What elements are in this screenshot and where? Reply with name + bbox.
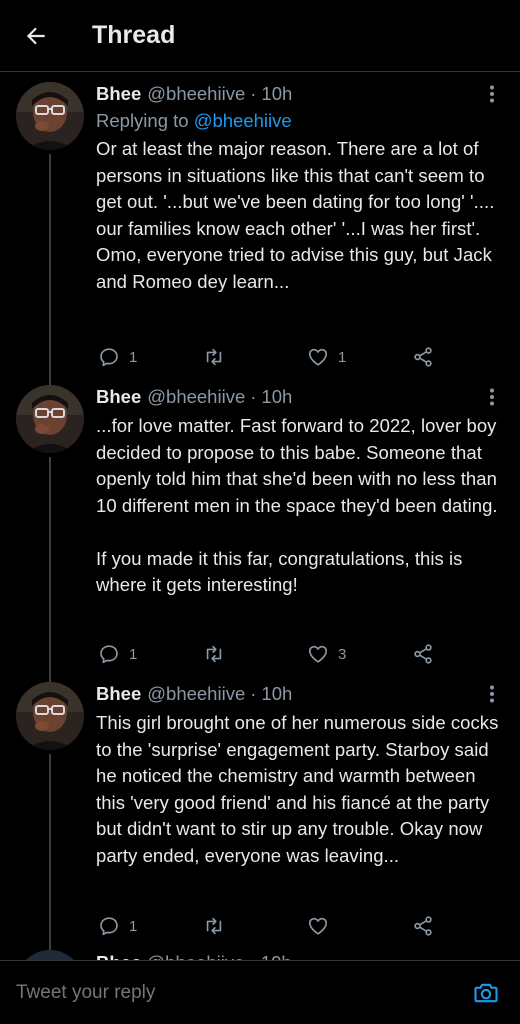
reply-button[interactable]: 1 (98, 345, 137, 369)
display-name[interactable]: Bhee (96, 386, 141, 408)
more-options-button[interactable] (482, 684, 502, 704)
retweet-icon (206, 645, 222, 663)
tweet-time[interactable]: 10h (261, 683, 292, 705)
like-button[interactable]: 1 (307, 345, 346, 369)
like-count: 1 (338, 348, 347, 366)
share-button[interactable] (412, 345, 434, 369)
tweet-text: Or at least the major reason. There are … (96, 138, 500, 292)
display-name: Bhee (96, 952, 141, 960)
like-count: 3 (338, 645, 347, 663)
like-button[interactable] (307, 914, 338, 938)
retweet-button[interactable] (202, 642, 235, 666)
separator-dot: · (250, 386, 257, 407)
reply-button[interactable]: 1 (98, 642, 137, 666)
avatar[interactable] (16, 682, 84, 750)
user-handle[interactable]: @bheehiive (147, 386, 245, 408)
tweet[interactable]: Bhee @bheehiive · 10h ...for love matter… (0, 375, 520, 682)
partial-tweet-meta: Bhee @bheehiive · 10h (96, 952, 292, 960)
thread-connector (49, 754, 51, 952)
camera-button[interactable] (470, 977, 502, 1009)
reply-icon (100, 917, 118, 936)
share-icon (414, 916, 432, 936)
thread-list: Bhee @bheehiive · 10h Replying to @bheeh… (0, 72, 520, 952)
display-name[interactable]: Bhee (96, 683, 141, 705)
avatar[interactable] (16, 385, 84, 453)
tweet-time[interactable]: 10h (261, 83, 292, 105)
user-handle[interactable]: @bheehiive (147, 83, 245, 105)
separator-dot: · (250, 83, 257, 104)
retweet-icon (206, 348, 222, 366)
reply-icon (100, 645, 118, 664)
page-title: Thread (92, 21, 176, 49)
display-name[interactable]: Bhee (96, 83, 141, 105)
more-options-button[interactable] (482, 84, 502, 104)
reply-count: 1 (129, 917, 138, 935)
share-icon (414, 347, 432, 367)
more-vertical-icon (490, 685, 494, 703)
heart-icon (308, 917, 328, 935)
like-button[interactable]: 3 (307, 642, 346, 666)
share-button[interactable] (412, 642, 434, 666)
tweet[interactable]: Bhee @bheehiive · 10h This girl brought … (0, 672, 520, 952)
top-bar: Thread (0, 0, 520, 72)
camera-icon (474, 983, 498, 1002)
more-vertical-icon (490, 85, 494, 103)
partial-tweet[interactable]: Bhee @bheehiive · 10h (0, 942, 520, 960)
replying-mention-link[interactable]: @bheehiive (194, 110, 292, 131)
heart-icon (308, 348, 328, 366)
reply-count: 1 (129, 348, 138, 366)
reply-input[interactable] (16, 981, 470, 1004)
retweet-icon (206, 917, 222, 935)
heart-icon (308, 645, 328, 663)
more-options-button[interactable] (482, 387, 502, 407)
reply-icon (100, 348, 118, 367)
tweet[interactable]: Bhee @bheehiive · 10h Replying to @bheeh… (0, 72, 520, 385)
reply-button[interactable]: 1 (98, 914, 137, 938)
avatar[interactable] (16, 82, 84, 150)
replying-prefix: Replying to (96, 110, 194, 131)
thread-connector (49, 457, 51, 682)
reply-count: 1 (129, 645, 138, 663)
tweet-time[interactable]: 10h (261, 386, 292, 408)
share-icon (414, 644, 432, 664)
back-button[interactable] (16, 16, 56, 56)
share-button[interactable] (412, 914, 434, 938)
retweet-button[interactable] (202, 345, 235, 369)
user-handle[interactable]: @bheehiive (147, 683, 245, 705)
replying-to: Replying to @bheehiive (96, 110, 508, 132)
thread-connector (49, 154, 51, 385)
retweet-button[interactable] (202, 914, 235, 938)
avatar[interactable] (16, 950, 84, 960)
partial-tweet-rest: @bheehiive · 10h (146, 952, 291, 960)
tweet-text: ...for love matter. Fast forward to 2022… (96, 415, 498, 595)
more-vertical-icon (490, 388, 494, 406)
separator-dot: · (250, 683, 257, 704)
reply-bar (0, 960, 520, 1024)
tweet-text: This girl brought one of her numerous si… (96, 712, 504, 866)
arrow-left-icon (26, 27, 45, 44)
